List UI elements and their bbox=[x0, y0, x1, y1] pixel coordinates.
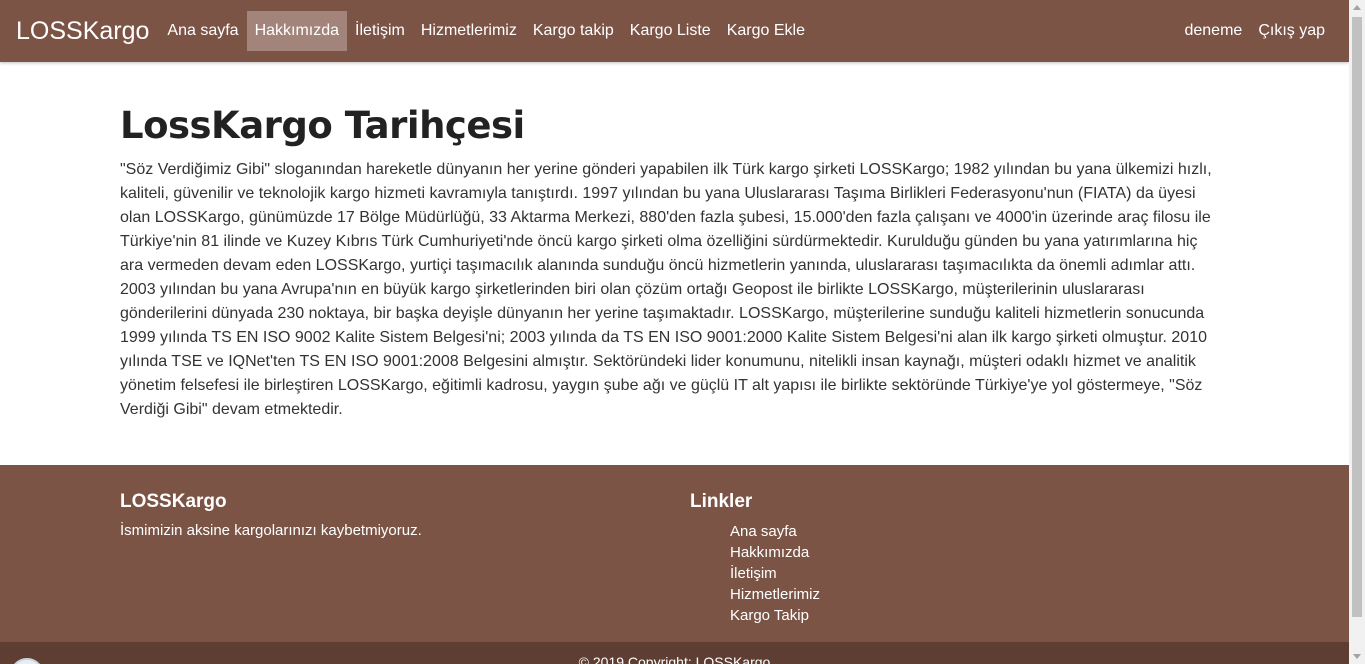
nav-user-link[interactable]: deneme bbox=[1176, 11, 1250, 51]
footer-link-kargo-takip[interactable]: Kargo Takip bbox=[730, 605, 1230, 626]
main-content: LossKargo Tarihçesi "Söz Verdiğimiz Gibi… bbox=[120, 100, 1225, 422]
navbar-brand[interactable]: LOSSKargo bbox=[16, 17, 149, 46]
footer-about: LOSSKargo İsmimizin aksine kargolarınızı… bbox=[120, 489, 660, 541]
footer-link-iletisim[interactable]: İletişim bbox=[730, 563, 1230, 584]
nav-link-hakkimizda[interactable]: Hakkımızda bbox=[246, 11, 348, 51]
footer-tagline: İsmimizin aksine kargolarınızı kaybetmiy… bbox=[120, 522, 422, 539]
footer-brand-title: LOSSKargo bbox=[120, 491, 227, 512]
navbar: LOSSKargo Ana sayfa Hakkımızda İletişim … bbox=[0, 0, 1349, 62]
vertical-scrollbar[interactable] bbox=[1349, 0, 1365, 664]
nav-link-ana-sayfa[interactable]: Ana sayfa bbox=[159, 11, 246, 51]
scroll-down-button[interactable] bbox=[1349, 648, 1365, 664]
copyright-bar: © 2019 Copyright: LOSSKargo bbox=[0, 642, 1349, 664]
footer-link-list: Ana sayfa Hakkımızda İletişim Hizmetleri… bbox=[690, 521, 1230, 626]
history-paragraph: "Söz Verdiğimiz Gibi" sloganından hareke… bbox=[120, 161, 1212, 418]
nav-link-kargo-takip[interactable]: Kargo takip bbox=[525, 11, 622, 51]
footer-links-title: Linkler bbox=[690, 491, 753, 512]
footer: LOSSKargo İsmimizin aksine kargolarınızı… bbox=[0, 465, 1349, 642]
nav-user-area: deneme Çıkış yap bbox=[1176, 11, 1333, 51]
nav-link-kargo-liste[interactable]: Kargo Liste bbox=[622, 11, 719, 51]
scroll-thumb[interactable] bbox=[1352, 17, 1362, 617]
badge-icon bbox=[10, 658, 44, 664]
copyright-text: © 2019 Copyright: LOSSKargo bbox=[578, 654, 771, 664]
footer-link-hakkimizda[interactable]: Hakkımızda bbox=[730, 542, 1230, 563]
page: LOSSKargo Ana sayfa Hakkımızda İletişim … bbox=[0, 0, 1349, 664]
footer-links: Linkler Ana sayfa Hakkımızda İletişim Hi… bbox=[690, 489, 1230, 626]
page-title: LossKargo Tarihçesi bbox=[120, 104, 525, 147]
footer-link-ana-sayfa[interactable]: Ana sayfa bbox=[730, 521, 1230, 542]
nav-link-hizmetlerimiz[interactable]: Hizmetlerimiz bbox=[413, 11, 525, 51]
footer-link-hizmetlerimiz[interactable]: Hizmetlerimiz bbox=[730, 584, 1230, 605]
scroll-up-arrow-icon bbox=[1353, 5, 1361, 10]
scroll-up-button[interactable] bbox=[1349, 0, 1365, 16]
nav-link-kargo-ekle[interactable]: Kargo Ekle bbox=[719, 11, 813, 51]
nav-links: Ana sayfa Hakkımızda İletişim Hizmetleri… bbox=[159, 11, 813, 51]
nav-link-iletisim[interactable]: İletişim bbox=[347, 11, 413, 51]
scroll-down-arrow-icon bbox=[1353, 654, 1361, 659]
logout-link[interactable]: Çıkış yap bbox=[1250, 11, 1333, 51]
